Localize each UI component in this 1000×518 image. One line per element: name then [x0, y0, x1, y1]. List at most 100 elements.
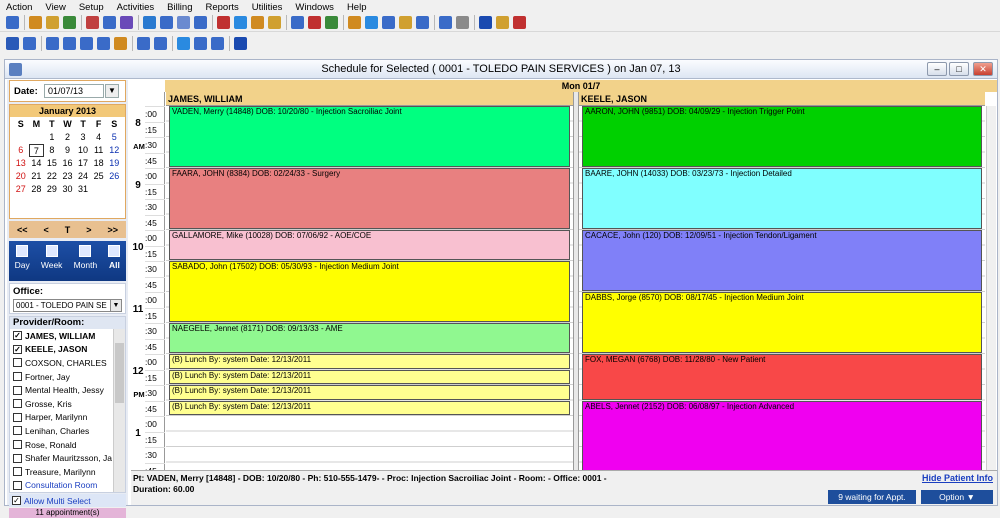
menu-item-windows[interactable]: Windows — [295, 2, 334, 13]
provider-checkbox[interactable] — [13, 358, 22, 368]
view-month-button[interactable]: Month — [74, 245, 97, 281]
provider-item[interactable]: COXSON, CHARLES — [10, 356, 125, 370]
provider-checkbox[interactable] — [13, 480, 22, 490]
toolbar-icon[interactable] — [234, 16, 247, 29]
calendar-day[interactable]: 9 — [60, 144, 76, 157]
toolbar-icon[interactable] — [251, 16, 264, 29]
appointment-block[interactable]: CACACE, John (120) DOB: 12/09/51 - Injec… — [582, 230, 982, 291]
toolbar-icon[interactable] — [29, 16, 42, 29]
calendar-day[interactable]: 1 — [44, 131, 60, 144]
toolbar-icon[interactable] — [63, 16, 76, 29]
appointment-block[interactable]: (B) Lunch By: system Date: 12/13/2011 — [169, 385, 570, 400]
toolbar-icon[interactable] — [348, 16, 361, 29]
provider-item[interactable]: ✓ JAMES, WILLIAM — [10, 329, 125, 343]
appointment-block[interactable]: (B) Lunch By: system Date: 12/13/2011 — [169, 369, 570, 384]
toolbar-icon[interactable] — [416, 16, 429, 29]
appointment-block[interactable]: SABADO, John (17502) DOB: 05/30/93 - Inj… — [169, 261, 570, 322]
calendar-day[interactable]: 24 — [75, 170, 91, 183]
appointment-block[interactable]: GALLAMORE, Mike (10028) DOB: 07/06/92 - … — [169, 230, 570, 260]
appointment-block[interactable]: FAARA, JOHN (8384) DOB: 02/24/33 - Surge… — [169, 168, 570, 229]
option-button[interactable]: Option ▼ — [921, 490, 993, 504]
toolbar-icon[interactable] — [291, 16, 304, 29]
toolbar-icon[interactable] — [97, 36, 110, 50]
appointment-block[interactable]: DABBS, Jorge (8570) DOB: 08/17/45 - Inje… — [582, 292, 982, 353]
provider-item[interactable]: Rose, Ronald — [10, 438, 125, 452]
view-all-button[interactable]: All — [108, 245, 121, 281]
calendar-day[interactable]: 18 — [91, 157, 107, 170]
prev-year-button[interactable]: << — [17, 225, 28, 235]
toolbar-icon[interactable] — [513, 16, 526, 29]
calendar-day[interactable]: 5 — [106, 131, 122, 144]
appointment-block[interactable]: ABELS, Jennet (2152) DOB: 06/08/97 - Inj… — [582, 400, 982, 470]
calendar-day[interactable]: 23 — [60, 170, 76, 183]
calendar-day[interactable]: 6 — [13, 144, 29, 157]
menu-item-activities[interactable]: Activities — [117, 2, 154, 13]
view-week-button[interactable]: Week — [41, 245, 62, 281]
menu-item-action[interactable]: Action — [6, 2, 32, 13]
provider-item[interactable]: Treasure, Marilynn — [10, 465, 125, 479]
toolbar-icon[interactable] — [103, 16, 116, 29]
appointment-block[interactable]: BAARE, JOHN (14033) DOB: 03/23/73 - Inje… — [582, 168, 982, 229]
provider-scrollbar[interactable] — [113, 329, 125, 492]
view-day-button[interactable]: Day — [15, 245, 30, 281]
toolbar-icon[interactable] — [114, 36, 127, 50]
toolbar-icon[interactable] — [234, 36, 247, 50]
toolbar-icon[interactable] — [456, 16, 469, 29]
office-select[interactable]: 0001 - TOLEDO PAIN SE ▼ — [13, 299, 122, 312]
calendar-day[interactable]: 16 — [60, 157, 76, 170]
calendar-day[interactable]: 3 — [75, 131, 91, 144]
next-year-button[interactable]: >> — [107, 225, 118, 235]
toolbar-icon[interactable] — [211, 36, 224, 50]
appointment-block[interactable]: VADEN, Merry (14848) DOB: 10/20/80 - Inj… — [169, 106, 570, 167]
provider-checkbox[interactable] — [13, 467, 22, 477]
calendar-day[interactable]: 31 — [75, 183, 91, 196]
toolbar-icon[interactable] — [268, 16, 281, 29]
appointment-block[interactable]: (B) Lunch By: system Date: 12/13/2011 — [169, 400, 570, 415]
toolbar-icon[interactable] — [154, 36, 167, 50]
toolbar-icon[interactable] — [46, 16, 59, 29]
toolbar-icon[interactable] — [177, 16, 190, 29]
provider-checkbox[interactable] — [13, 412, 22, 422]
calendar-day[interactable]: 10 — [75, 144, 91, 157]
provider-checkbox[interactable]: ✓ — [13, 344, 22, 354]
provider-item[interactable]: Shafer Mauritzsson, Ja — [10, 451, 125, 465]
schedule-scrollbar[interactable] — [986, 106, 996, 470]
toolbar-icon[interactable] — [160, 16, 173, 29]
toolbar-icon[interactable] — [143, 16, 156, 29]
appointment-block[interactable]: FOX, MEGAN (6768) DOB: 11/28/80 - New Pa… — [582, 354, 982, 400]
toolbar-icon[interactable] — [399, 16, 412, 29]
calendar-day[interactable]: 2 — [60, 131, 76, 144]
toolbar-icon[interactable] — [120, 16, 133, 29]
toolbar-icon[interactable] — [46, 36, 59, 50]
calendar-day[interactable]: 7 — [28, 144, 45, 157]
toolbar-icon[interactable] — [194, 16, 207, 29]
toolbar-icon[interactable] — [86, 16, 99, 29]
calendar-day[interactable]: 15 — [44, 157, 60, 170]
toolbar-icon[interactable] — [6, 16, 19, 29]
calendar-day[interactable]: 14 — [29, 157, 45, 170]
toolbar-icon[interactable] — [382, 16, 395, 29]
toolbar-icon[interactable] — [365, 16, 378, 29]
calendar-day[interactable]: 12 — [106, 144, 122, 157]
toolbar-icon[interactable] — [308, 16, 321, 29]
calendar-day[interactable]: 13 — [13, 157, 29, 170]
calendar-day[interactable]: 19 — [106, 157, 122, 170]
calendar-day[interactable]: 29 — [44, 183, 60, 196]
provider-checkbox[interactable] — [13, 399, 22, 409]
calendar-day[interactable]: 8 — [44, 144, 60, 157]
scroll-thumb[interactable] — [115, 343, 124, 403]
toolbar-icon[interactable] — [217, 16, 230, 29]
calendar-day[interactable]: 22 — [44, 170, 60, 183]
menu-item-billing[interactable]: Billing — [167, 2, 192, 13]
date-input[interactable] — [44, 84, 104, 98]
toolbar-icon[interactable] — [439, 16, 452, 29]
prev-month-button[interactable]: < — [43, 225, 48, 235]
toolbar-icon[interactable] — [479, 16, 492, 29]
toolbar-icon[interactable] — [63, 36, 76, 50]
calendar-day[interactable]: 20 — [13, 170, 29, 183]
waiting-button[interactable]: 9 waiting for Appt. — [828, 490, 916, 504]
menu-item-help[interactable]: Help — [347, 2, 367, 13]
menu-item-reports[interactable]: Reports — [206, 2, 239, 13]
calendar-day[interactable]: 25 — [91, 170, 107, 183]
toolbar-icon[interactable] — [80, 36, 93, 50]
